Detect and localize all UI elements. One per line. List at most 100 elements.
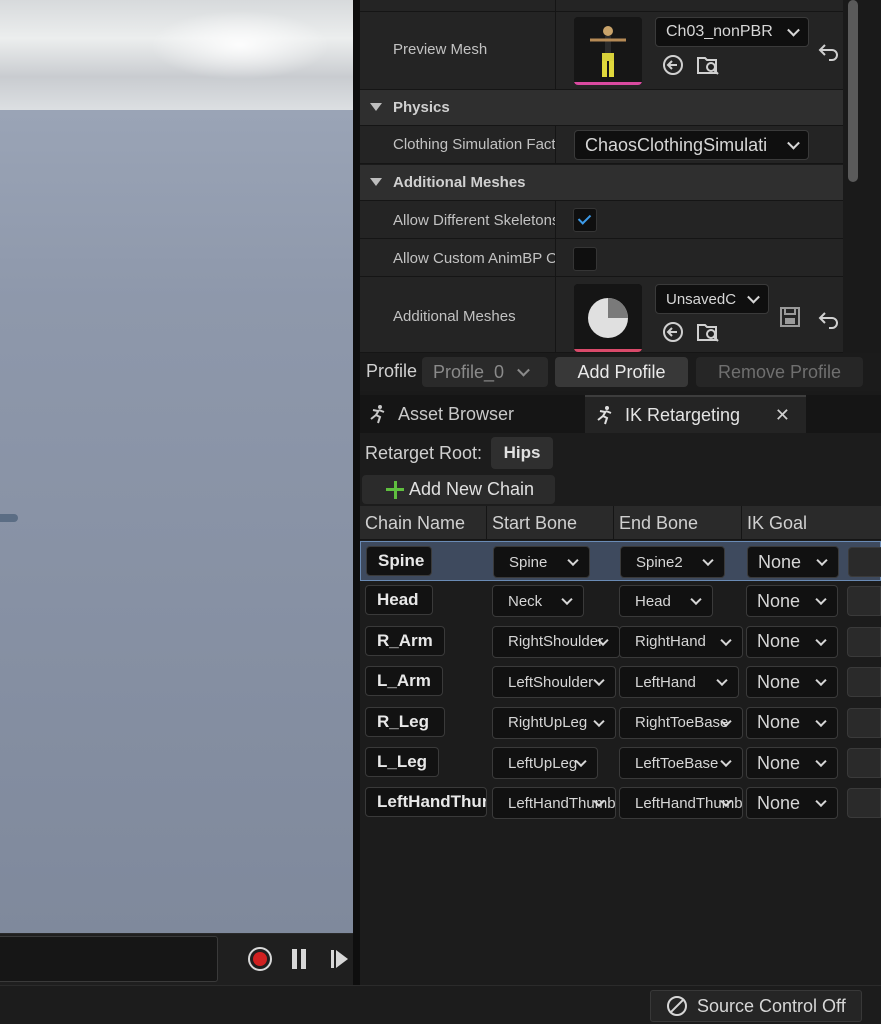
end-bone-combo[interactable]: LeftHand (619, 666, 739, 699)
ik-goal-combo[interactable]: None (747, 546, 839, 578)
save-icon[interactable] (778, 305, 802, 329)
end-bone-combo[interactable]: Head (619, 585, 713, 618)
browse-folder-icon[interactable] (696, 320, 720, 344)
preview-mesh-row: Preview Mesh Ch03_nonPBR (360, 12, 844, 90)
tab-ik-retargeting-label: IK Retargeting (625, 404, 741, 425)
allow-different-skeletons-row: Allow Different Skeletons (360, 201, 844, 239)
end-bone-combo-value: RightToeBase (635, 714, 729, 732)
clothing-simulation-combo[interactable]: ChaosClothingSimulati (574, 130, 809, 160)
browse-folder-icon[interactable] (696, 53, 720, 77)
retarget-root-button[interactable]: Hips (491, 437, 553, 469)
chain-extra-settings-button[interactable] (847, 707, 881, 738)
start-bone-combo-value: RightShoulder (508, 633, 604, 651)
end-bone-combo[interactable]: RightHand (619, 625, 743, 658)
end-bone-combo[interactable]: Spine2 (620, 546, 725, 578)
chevron-down-icon (720, 755, 732, 768)
column-header-end-bone[interactable]: End Bone (614, 506, 742, 540)
close-tab-icon[interactable]: ✕ (775, 405, 790, 426)
retarget-root-label: Retarget Root: (365, 443, 483, 463)
start-bone-combo[interactable]: LeftShoulder (492, 666, 616, 699)
end-bone-combo[interactable]: RightToeBase (619, 706, 743, 739)
reset-arrow-icon[interactable] (817, 307, 841, 331)
timeline-scrubber[interactable] (0, 936, 218, 982)
chain-row[interactable]: Spine Spine Spine2 None (360, 541, 881, 581)
source-control-button[interactable]: Source Control Off (650, 990, 862, 1022)
chain-extra-settings-button[interactable] (847, 586, 881, 617)
viewport[interactable] (0, 0, 353, 933)
ik-goal-combo[interactable]: None (746, 706, 838, 739)
chain-row[interactable]: R_Leg RightUpLeg RightToeBase None (360, 703, 881, 743)
preview-mesh-combo[interactable]: Ch03_nonPBR (655, 17, 809, 47)
chain-row[interactable]: LeftHandThumbLeftHandThumbLeftHandThumbN… (360, 783, 881, 823)
chain-name-button[interactable]: Head (365, 585, 433, 616)
start-bone-combo[interactable]: RightShoulder (492, 625, 620, 658)
additional-meshes-label: Additional Meshes (393, 308, 516, 325)
add-profile-button[interactable]: Add Profile (555, 357, 688, 387)
ik-goal-combo-value: None (757, 631, 801, 652)
chevron-down-icon (593, 715, 605, 727)
chain-name-button[interactable]: L_Arm (365, 666, 443, 697)
clothing-simulation-value: ChaosClothingSimulati (585, 134, 768, 155)
step-forward-button[interactable] (327, 947, 351, 971)
chevron-down-icon (561, 594, 573, 606)
chain-extra-settings-button[interactable] (847, 667, 881, 698)
additional-meshes-value: UnsavedC (666, 290, 737, 308)
column-header-ik-goal[interactable]: IK Goal (742, 506, 881, 540)
ik-goal-combo-value: None (758, 551, 802, 572)
additional-meshes-category[interactable]: Additional Meshes (360, 165, 844, 201)
chain-extra-settings-button[interactable] (848, 547, 881, 577)
tab-ik-retargeting[interactable]: IK Retargeting ✕ (585, 395, 806, 433)
collapse-triangle-icon (370, 103, 382, 111)
chain-extra-settings-button[interactable] (847, 626, 881, 657)
column-header-chain-name[interactable]: Chain Name (360, 506, 487, 540)
record-button[interactable] (248, 947, 272, 971)
pause-button[interactable] (287, 947, 311, 971)
start-bone-combo[interactable]: Neck (492, 585, 584, 618)
details-scrollbar-thumb[interactable] (848, 0, 858, 182)
chain-extra-settings-button[interactable] (847, 748, 881, 778)
chain-row[interactable]: Head Neck Head None (360, 581, 881, 621)
additional-meshes-combo[interactable]: UnsavedC (655, 284, 769, 314)
end-bone-combo[interactable]: LeftToeBase (619, 747, 743, 779)
chain-extra-settings-button[interactable] (847, 788, 881, 819)
chain-row[interactable]: L_Arm LeftShoulder LeftHand None (360, 662, 881, 702)
ik-goal-combo[interactable]: None (746, 787, 838, 820)
chevron-down-icon (702, 554, 714, 567)
chain-name-button[interactable]: R_Arm (365, 625, 445, 656)
chain-row[interactable]: L_Leg LeftUpLeg LeftToeBase None (360, 743, 881, 783)
chain-row[interactable]: R_Arm RightShoulder RightHand None (360, 622, 881, 662)
profile-bar: Profile Profile_0 Add Profile Remove Pro… (360, 353, 881, 391)
browse-back-icon[interactable] (661, 320, 685, 344)
ik-goal-combo[interactable]: None (746, 747, 838, 779)
allow-different-skeletons-checkbox[interactable] (573, 208, 597, 232)
browse-back-icon[interactable] (661, 53, 685, 77)
tab-asset-browser[interactable]: Asset Browser (368, 395, 578, 433)
ik-goal-combo[interactable]: None (746, 585, 838, 618)
reset-arrow-icon[interactable] (817, 39, 841, 63)
ik-goal-combo[interactable]: None (746, 625, 838, 658)
chain-name-button[interactable]: LeftHandThumb (365, 787, 487, 818)
physics-category[interactable]: Physics (360, 90, 844, 126)
column-header-start-bone[interactable]: Start Bone (487, 506, 614, 540)
start-bone-combo[interactable]: LeftUpLeg (492, 747, 598, 779)
preview-mesh-thumbnail[interactable] (574, 17, 642, 85)
start-bone-combo[interactable]: RightUpLeg (492, 706, 616, 739)
add-new-chain-button[interactable]: Add New Chain (362, 475, 555, 504)
ik-goal-combo[interactable]: None (746, 666, 838, 699)
profile-selector[interactable]: Profile_0 (422, 357, 548, 387)
additional-meshes-category-label: Additional Meshes (393, 174, 526, 191)
allow-different-skeletons-label: Allow Different Skeletons (393, 212, 555, 229)
additional-meshes-thumbnail[interactable] (574, 284, 642, 352)
start-bone-combo[interactable]: Spine (493, 546, 590, 578)
chain-name-button[interactable]: Spine (366, 546, 432, 576)
profile-selected-value: Profile_0 (433, 361, 505, 382)
remove-profile-button[interactable]: Remove Profile (696, 357, 863, 387)
allow-custom-animbp-checkbox[interactable] (573, 247, 597, 271)
chain-name-button[interactable]: L_Leg (365, 747, 439, 777)
chain-name-button[interactable]: R_Leg (365, 706, 445, 737)
start-bone-combo[interactable]: LeftHandThumb (492, 787, 616, 820)
start-bone-combo-value: Spine (509, 553, 548, 571)
end-bone-combo[interactable]: LeftHandThumb (619, 787, 743, 820)
chevron-down-icon (815, 755, 827, 768)
start-bone-combo-value: LeftUpLeg (508, 754, 578, 772)
